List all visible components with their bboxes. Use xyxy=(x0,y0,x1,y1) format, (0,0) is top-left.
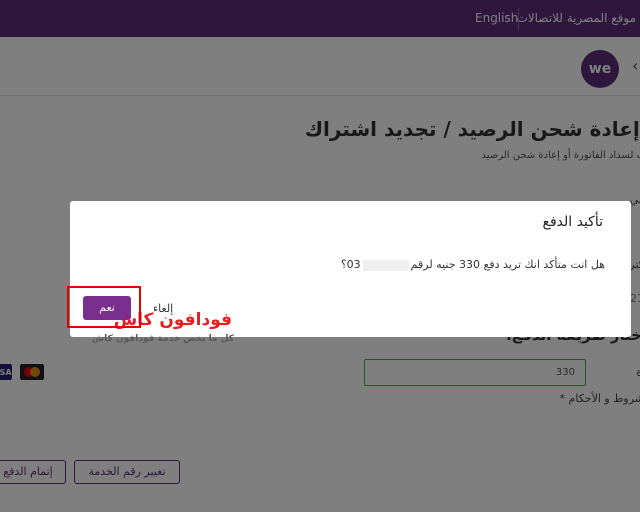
dialog-message-start: هل انت متأكد انك تريد دفع 330 جنيه لرقم xyxy=(410,258,605,271)
dialog-message-end: 03؟ xyxy=(340,258,361,271)
dialog-title: تأكيد الدفع xyxy=(542,214,604,230)
watermark-title: فودافون كاش xyxy=(113,310,232,330)
watermark: فودافون كاش كل ما يخص خدمة فودافون كاش xyxy=(92,310,236,344)
watermark-tagline: كل ما يخص خدمة فودافون كاش xyxy=(91,334,234,344)
redacted-number xyxy=(362,259,409,271)
dialog-message: هل انت متأكد انك تريد دفع 330 جنيه لرقم 0… xyxy=(341,258,605,271)
